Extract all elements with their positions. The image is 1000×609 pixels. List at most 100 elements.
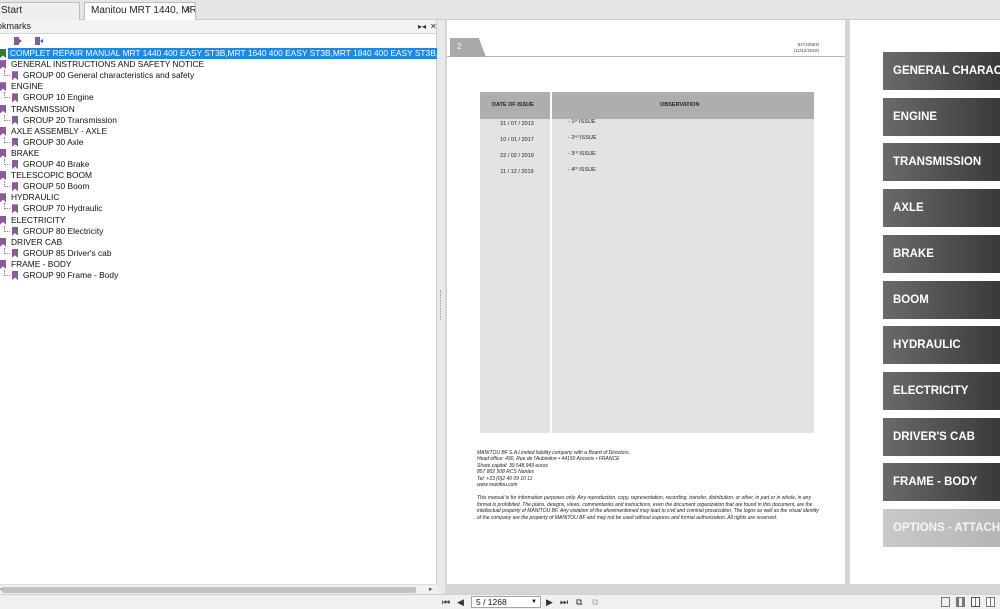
bookmark-icon [0, 82, 6, 92]
single-page-view-icon[interactable] [941, 597, 950, 607]
bookmark-subitem[interactable]: GROUP 00 General characteristics and saf… [0, 70, 437, 81]
tree-branch-line [4, 114, 10, 121]
bookmark-icon [0, 60, 6, 70]
continuous-view-icon[interactable] [956, 597, 965, 607]
next-page-icon[interactable]: ▶ [546, 596, 553, 608]
section-tab[interactable]: BRAKE [883, 234, 1000, 273]
bookmark-item[interactable]: ENGINE [0, 81, 437, 92]
scrollbar-thumb[interactable] [2, 587, 416, 593]
section-tab-label: ELECTRICITY [893, 384, 969, 397]
bookmark-item[interactable]: AXLE ASSEMBLY - AXLE [0, 126, 437, 137]
previous-page-icon[interactable]: ◀ [457, 596, 464, 608]
bookmark-subitem[interactable]: GROUP 10 Engine [0, 92, 437, 103]
section-tab[interactable]: OPTIONS - ATTACHMENTS [883, 509, 1000, 547]
tree-branch-line [4, 225, 10, 232]
section-tab-label: BOOM [893, 293, 929, 306]
section-tab[interactable]: HYDRAULIC [883, 326, 1000, 365]
bookmark-item[interactable]: HYDRAULIC [0, 192, 437, 203]
bookmark-label: ENGINE [11, 81, 44, 92]
bookmark-subitem[interactable]: GROUP 85 Driver's cab [0, 247, 437, 259]
section-tab[interactable]: ELECTRICITY [883, 371, 1000, 410]
next-view-icon[interactable]: ⧉ [592, 596, 598, 608]
tab-label: Manitou MRT 1440, MR... [91, 5, 196, 16]
document-viewer[interactable]: 2 647428EN (11/12/2019) DATE OF ISSUE OB… [445, 20, 1000, 594]
page-number-field[interactable]: 5 / 1268 ▼ [471, 596, 541, 608]
tree-branch-line [4, 247, 10, 254]
last-page-icon[interactable]: ⏭ [560, 596, 568, 608]
bookmark-item[interactable]: FRAME - BODY [0, 259, 437, 270]
section-tab[interactable]: GENERAL CHARACTERISTICS [883, 52, 1000, 90]
bookmark-label: FRAME - BODY [11, 258, 72, 269]
continuous-facing-view-icon[interactable] [986, 597, 995, 607]
section-tab[interactable]: DRIVER'S CAB [883, 417, 1000, 456]
bookmark-icon [0, 193, 6, 203]
bookmark-icon [12, 71, 18, 81]
first-page-icon[interactable]: ⏮ [442, 596, 450, 608]
bookmark-item[interactable]: ELECTRICITY [0, 215, 437, 226]
bookmark-icon [0, 49, 6, 58]
tab-document[interactable]: Manitou MRT 1440, MR... × [84, 2, 196, 20]
bookmark-icon [12, 204, 18, 214]
section-tab-label: TRANSMISSION [893, 156, 982, 169]
horizontal-scrollbar[interactable]: ◂ ▸ [0, 584, 437, 594]
bookmark-subitem[interactable]: GROUP 80 Electricity [0, 225, 437, 237]
bookmark-item[interactable]: GENERAL INSTRUCTIONS AND SAFETY NOTICE [0, 59, 437, 70]
bookmark-label: GENERAL INSTRUCTIONS AND SAFETY NOTICE [11, 59, 205, 70]
bookmark-label: GROUP 90 Frame - Body [23, 270, 119, 280]
section-tab[interactable]: BOOM [883, 280, 1000, 319]
issue-date: 31 / 07 / 2013 [500, 121, 534, 127]
bookmark-subitem[interactable]: GROUP 20 Transmission [0, 114, 437, 126]
bookmark-label: DRIVER CAB [11, 236, 63, 247]
section-tab[interactable]: ENGINE [883, 97, 1000, 136]
bookmark-label: COMPLET REPAIR MANUAL MRT 1440 400 EASY … [10, 48, 494, 58]
close-icon[interactable]: × [185, 3, 191, 19]
bookmark-item[interactable]: TELESCOPIC BOOM [0, 170, 437, 181]
bookmark-subitem[interactable]: GROUP 50 Boom [0, 181, 437, 192]
bookmark-item[interactable]: COMPLET REPAIR MANUAL MRT 1440 400 EASY … [0, 48, 493, 59]
section-tab-label: HYDRAULIC [893, 339, 961, 352]
section-tab[interactable]: FRAME - BODY [883, 463, 1000, 502]
bookmark-item[interactable]: DRIVER CAB [0, 237, 437, 248]
pin-icon[interactable]: ▸◂ [418, 20, 426, 33]
bookmark-label: GROUP 00 General characteristics and saf… [23, 70, 195, 81]
bookmark-icon [12, 248, 18, 258]
splitter-grip[interactable] [440, 290, 442, 320]
tree-branch-line [4, 181, 10, 188]
bookmark-label: GROUP 80 Electricity [23, 225, 104, 236]
bookmarks-title: Bookmarks [0, 21, 32, 31]
document-page-2: 2 647428EN (11/12/2019) DATE OF ISSUE OB… [447, 20, 845, 584]
bookmark-icon [12, 182, 18, 192]
bookmark-item[interactable]: BRAKE [0, 148, 437, 159]
page-navigation-bar: ⏮ ◀ 5 / 1268 ▼ ▶ ⏭ ⧉ ⧉ [0, 594, 1000, 609]
bookmark-subitem[interactable]: GROUP 30 Axle [0, 136, 437, 148]
bookmark-label: TRANSMISSION [11, 103, 75, 114]
issue-date: 22 / 02 / 2019 [500, 153, 534, 159]
collapse-bookmark-icon[interactable] [34, 36, 44, 46]
bookmark-label: GROUP 10 Engine [23, 92, 94, 103]
panel-splitter[interactable] [437, 20, 445, 594]
section-tab[interactable]: TRANSMISSION [883, 143, 1000, 182]
pdf-reader-window: Start Manitou MRT 1440, MR... × Bookmark… [0, 0, 1000, 609]
section-tab[interactable]: AXLE [883, 189, 1000, 228]
tree-branch-line [4, 203, 10, 210]
scroll-right-icon[interactable]: ▸ [429, 585, 433, 593]
section-tab-label: FRAME - BODY [893, 476, 978, 489]
bookmark-label: GROUP 85 Driver's cab [23, 247, 112, 258]
bookmark-subitem[interactable]: GROUP 90 Frame - Body [0, 270, 437, 281]
section-tab-label: GENERAL CHARACTERISTICS [893, 65, 1000, 77]
table-divider [550, 92, 552, 433]
bookmark-subitem[interactable]: GROUP 70 Hydraulic [0, 203, 437, 214]
previous-view-icon[interactable]: ⧉ [576, 596, 582, 608]
bookmark-subitem[interactable]: GROUP 40 Brake [0, 159, 437, 170]
table-header: DATE OF ISSUE OBSERVATION [480, 92, 814, 119]
bookmark-item[interactable]: TRANSMISSION [0, 104, 437, 115]
document-page-3: GENERAL CHARACTERISTICS ENGINE TRANSMISSIO… [850, 20, 1000, 584]
tree-branch-line [4, 159, 10, 165]
expand-bookmark-icon[interactable] [13, 36, 23, 46]
tab-bar: Start Manitou MRT 1440, MR... × [0, 0, 1000, 20]
facing-view-icon[interactable] [971, 597, 980, 607]
header-observation: OBSERVATION [660, 102, 700, 108]
close-panel-icon[interactable]: ✕ [430, 20, 437, 33]
chevron-down-icon[interactable]: ▼ [531, 597, 537, 607]
tab-start[interactable]: Start [0, 2, 80, 20]
